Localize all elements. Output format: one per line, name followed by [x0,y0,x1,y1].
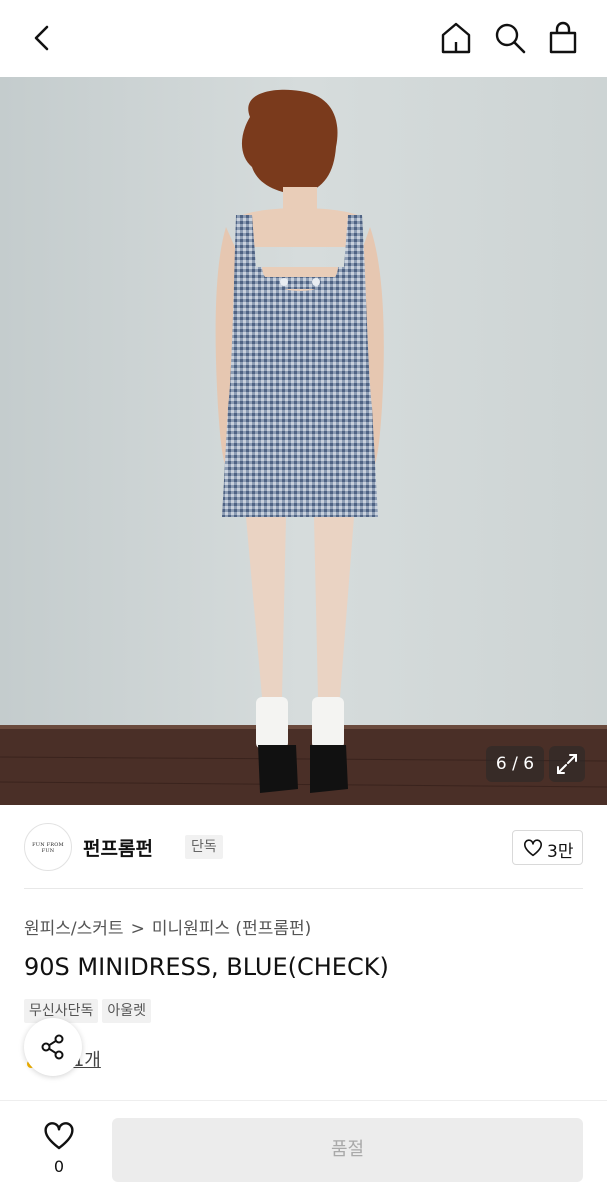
product-photo [0,77,607,805]
chevron-left-icon[interactable] [24,20,60,56]
wishlist-count: 0 [53,1157,65,1176]
divider [24,888,583,889]
home-icon[interactable] [436,18,476,58]
brand-like-count: 3만 [547,842,574,862]
brand-name[interactable]: 펀프롬펀 [83,834,153,861]
search-icon[interactable] [490,18,530,58]
product-title: 90S MINIDRESS, BLUE(CHECK) [24,953,389,981]
bottom-action-bar: 0 품절 [0,1100,607,1200]
breadcrumb: 원피스/스커트 > 미니원피스 (펀프롬펀) [24,914,311,939]
brand-exclusive-badge: 단독 [185,835,223,859]
product-image[interactable] [0,77,607,805]
breadcrumb-category[interactable]: 원피스/스커트 [24,919,124,939]
heart-icon [523,839,542,857]
image-counter: 6 / 6 [486,746,544,782]
breadcrumb-subcategory[interactable]: 미니원피스 (펀프롬펀) [152,919,311,939]
top-nav-bar [0,0,607,77]
tag-outlet: 아울렛 [102,999,152,1023]
brand-like-button[interactable]: 3만 [512,830,583,865]
brand-row: FUN FROM FUN 펀프롬펀 단독 3만 [24,820,583,876]
shopping-bag-icon[interactable] [543,18,583,58]
share-button[interactable] [24,1018,82,1076]
share-icon [41,1034,64,1060]
brand-logo-text: FUN FROM FUN [32,842,64,854]
heart-icon[interactable] [43,1121,75,1155]
sold-out-button[interactable]: 품절 [112,1118,583,1182]
breadcrumb-separator: > [130,919,145,939]
expand-icon[interactable] [549,746,585,782]
brand-logo[interactable]: FUN FROM FUN [24,823,72,871]
